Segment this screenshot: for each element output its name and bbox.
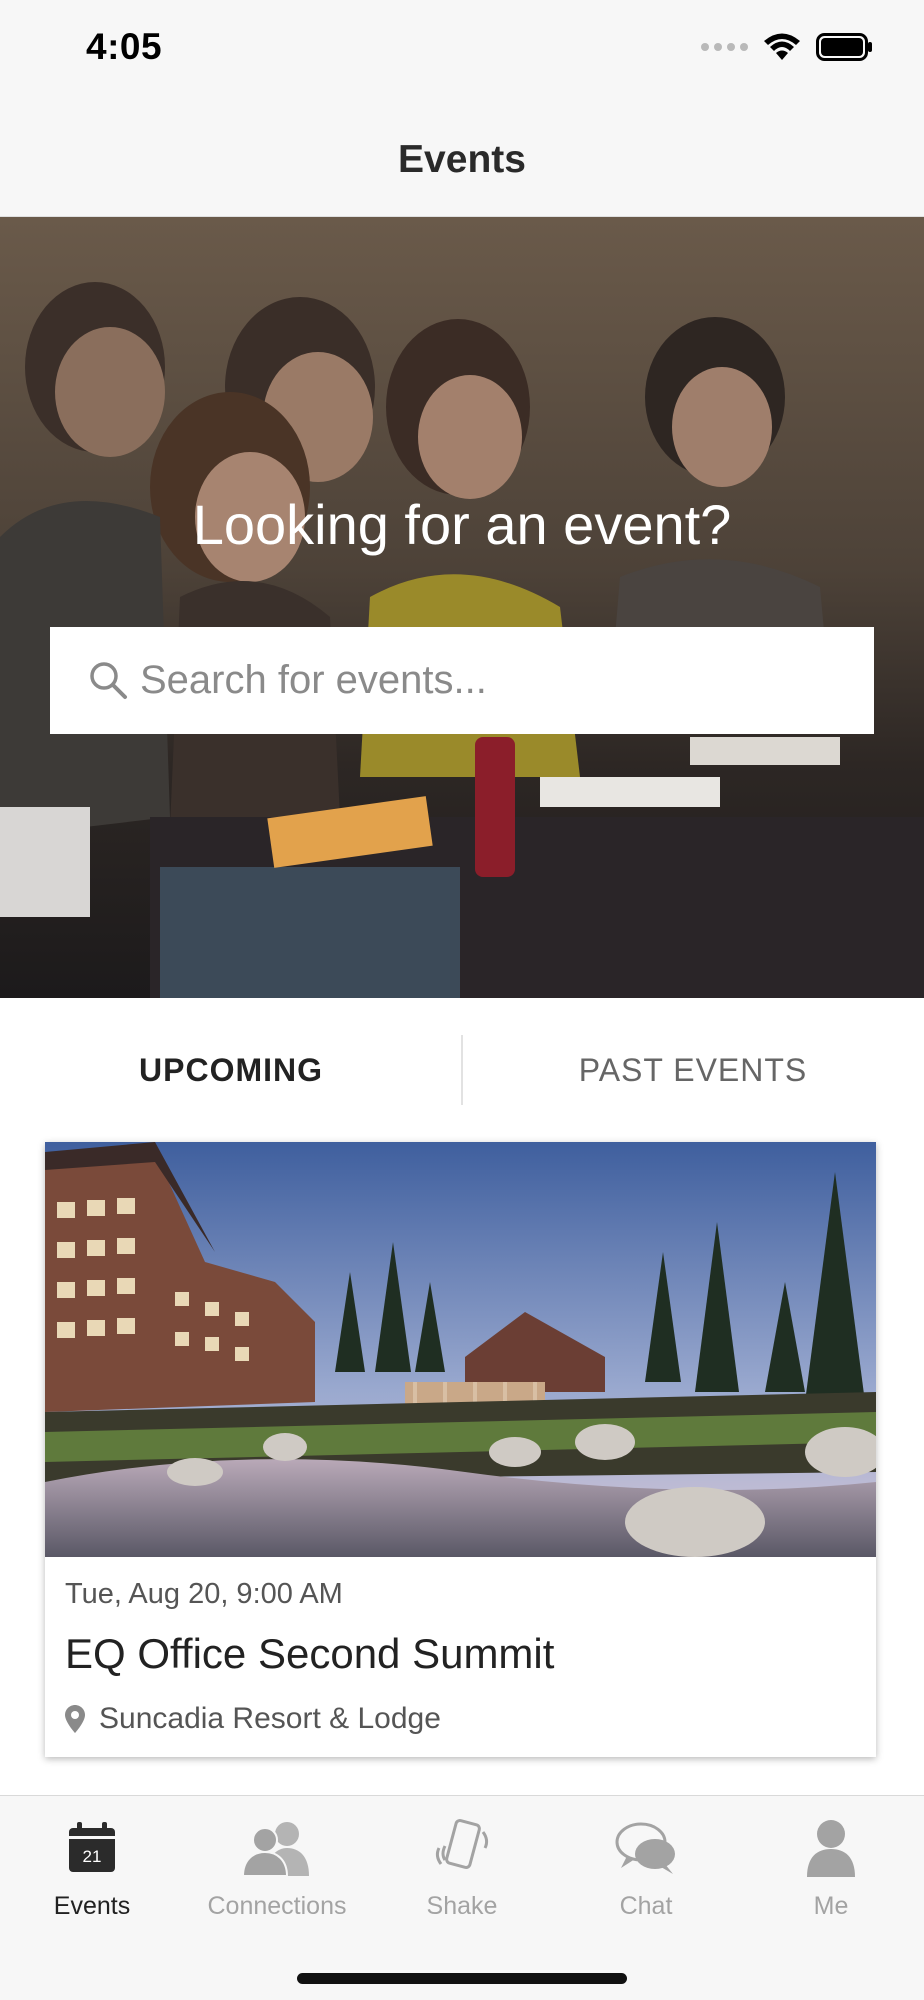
hero-title: Looking for an event? [192, 493, 732, 556]
event-title: EQ Office Second Summit [65, 1630, 555, 1677]
calendar-day-number: 21 [83, 1847, 102, 1866]
tab-upcoming[interactable]: UPCOMING [0, 1000, 462, 1140]
event-date: Tue, Aug 20, 9:00 AM [65, 1578, 343, 1610]
chat-bubbles-icon [615, 1822, 675, 1874]
tabbar-label-shake: Shake [426, 1892, 498, 1920]
status-time: 4:05 [86, 26, 163, 67]
tabbar-label-events: Events [53, 1892, 131, 1920]
tabbar-label-me: Me [813, 1892, 849, 1920]
event-card[interactable]: Tue, Aug 20, 9:00 AM EQ Office Second Su… [45, 1142, 876, 1757]
people-icon [243, 1822, 309, 1876]
tabbar-item-events[interactable]: 21 Events [0, 1796, 184, 1936]
search-icon [90, 662, 127, 699]
event-tabs: UPCOMING PAST EVENTS [0, 1000, 924, 1140]
tabbar-item-connections[interactable]: Connections [185, 1796, 369, 1936]
status-icons [701, 32, 874, 62]
nav-bar: Events [0, 100, 924, 217]
tabbar-label-chat: Chat [619, 1892, 673, 1920]
event-location: Suncadia Resort & Lodge [65, 1702, 441, 1736]
tabbar-item-shake[interactable]: Shake [370, 1796, 554, 1936]
calendar-icon: 21 [69, 1822, 115, 1872]
event-image [45, 1142, 876, 1557]
signal-dots-icon [701, 43, 748, 51]
page-title: Events [398, 138, 526, 181]
home-indicator[interactable] [297, 1973, 627, 1984]
tabbar-item-chat[interactable]: Chat [554, 1796, 738, 1936]
person-icon [807, 1820, 855, 1877]
tab-past-events[interactable]: PAST EVENTS [462, 1000, 924, 1140]
search-input[interactable] [140, 627, 840, 734]
event-location-label: Suncadia Resort & Lodge [99, 1702, 441, 1735]
hero-background-image [0, 217, 924, 998]
bottom-tab-bar: 21 Events Connections Shake Chat Me [0, 1795, 924, 2000]
search-box[interactable] [50, 627, 874, 734]
tabbar-item-me[interactable]: Me [739, 1796, 923, 1936]
hero-banner: Looking for an event? [0, 217, 924, 998]
location-pin-icon [65, 1705, 85, 1733]
tabbar-label-connections: Connections [207, 1892, 347, 1920]
wifi-icon [764, 33, 800, 60]
battery-icon [816, 33, 872, 61]
status-bar: 4:05 [0, 0, 924, 100]
phone-shake-icon [435, 1819, 489, 1869]
